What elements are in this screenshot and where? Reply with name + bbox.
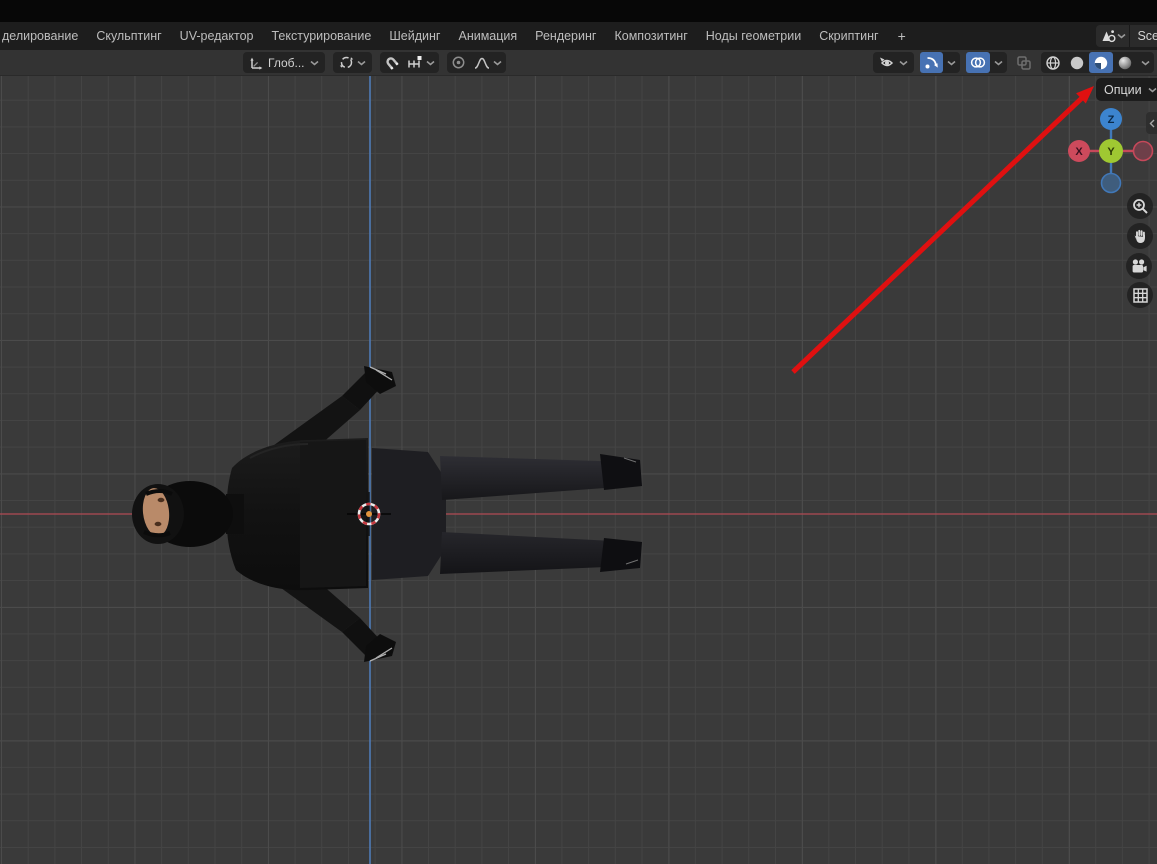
annotation-arrow (793, 86, 1094, 372)
zoom-icon (1132, 198, 1149, 215)
workspace-tab-shading[interactable]: Шейдинг (380, 22, 449, 50)
options-label: Опции (1104, 83, 1142, 97)
camera-view-button[interactable] (1126, 253, 1152, 279)
shading-dropdown[interactable] (1137, 52, 1154, 73)
chevron-down-icon (899, 60, 908, 66)
xray-icon (1016, 55, 1032, 71)
gizmos-dropdown[interactable] (943, 52, 960, 73)
pivot-point-icon (339, 55, 354, 70)
scene-name[interactable]: Sce (1130, 29, 1157, 43)
workspace-tab-uv-editor[interactable]: UV-редактор (171, 22, 263, 50)
chevron-down-icon (493, 60, 502, 66)
transform-orientation-dropdown[interactable]: Глоб... (243, 52, 325, 73)
overlays-controls (966, 52, 1007, 73)
overlays-dropdown[interactable] (990, 52, 1007, 73)
character-model[interactable] (132, 366, 642, 662)
viewport-canvas (0, 50, 1157, 864)
svg-text:X: X (1075, 146, 1083, 158)
viewport-header: Глоб... (0, 50, 1157, 76)
object-visibility-eye-icon (879, 56, 896, 70)
show-overlays-toggle[interactable] (966, 52, 990, 73)
grid-toggle-icon (1132, 287, 1149, 304)
chevron-down-icon (994, 60, 1003, 66)
snap-toggle-button[interactable] (380, 52, 403, 73)
pan-button[interactable] (1127, 223, 1153, 249)
shading-wireframe-icon (1045, 55, 1061, 71)
proportional-falloff-dropdown[interactable] (470, 52, 506, 73)
zoom-button[interactable] (1127, 193, 1153, 219)
cursor-3d (347, 492, 391, 536)
chevron-down-icon (357, 60, 366, 66)
falloff-curve-icon (474, 56, 490, 70)
shading-rendered-icon (1117, 55, 1133, 71)
chevron-down-icon (1141, 60, 1150, 66)
pivot-point-dropdown[interactable] (333, 52, 372, 73)
xray-toggle[interactable] (1013, 52, 1035, 73)
shading-material-button[interactable] (1089, 52, 1113, 73)
shading-material-icon (1093, 55, 1109, 71)
chevron-down-icon (426, 60, 435, 66)
proportional-editing-controls (447, 52, 506, 73)
chevron-down-icon (1117, 33, 1126, 39)
svg-text:Y: Y (1107, 146, 1115, 158)
shading-mode-group (1041, 52, 1154, 73)
workspace-tab-scripting[interactable]: Скриптинг (810, 22, 887, 50)
gizmo-axis-neg-x (1134, 142, 1153, 161)
chevron-down-icon (1148, 87, 1157, 93)
shading-rendered-button[interactable] (1113, 52, 1137, 73)
shading-wireframe-button[interactable] (1041, 52, 1065, 73)
workspace-tab-bar: делирование Скульптинг UV-редактор Текст… (0, 22, 1157, 50)
navigation-gizmo[interactable]: Z X Y (1063, 106, 1157, 196)
workspace-tab-rendering[interactable]: Рендеринг (526, 22, 605, 50)
sidebar-toggle-tab[interactable] (1146, 112, 1157, 134)
transform-orientation-icon (249, 56, 263, 70)
chevron-down-icon (947, 60, 956, 66)
workspace-tab-modeling[interactable]: делирование (0, 22, 87, 50)
grid-toggle-button[interactable] (1127, 282, 1153, 308)
svg-text:Z: Z (1108, 114, 1115, 126)
pan-hand-icon (1132, 228, 1149, 245)
orientation-label: Глоб... (266, 56, 307, 70)
workspace-tab-compositing[interactable]: Композитинг (605, 22, 696, 50)
workspace-tab-animation[interactable]: Анимация (449, 22, 526, 50)
overlays-icon (970, 55, 986, 70)
gizmos-icon (924, 55, 939, 70)
camera-view-icon (1130, 258, 1148, 275)
gizmos-controls (920, 52, 960, 73)
shading-solid-button[interactable] (1065, 52, 1089, 73)
chevron-left-icon (1149, 119, 1155, 128)
workspace-tab-texturing[interactable]: Текстурирование (262, 22, 380, 50)
shading-solid-icon (1069, 55, 1085, 71)
add-workspace-button[interactable]: + (888, 22, 916, 50)
proportional-edit-toggle[interactable] (447, 52, 470, 73)
object-visibility-dropdown[interactable] (873, 52, 914, 73)
workspace-tab-geometry-nodes[interactable]: Ноды геометрии (697, 22, 810, 50)
scene-selector[interactable]: Sce (1096, 25, 1157, 47)
blender-window: делирование Скульптинг UV-редактор Текст… (0, 0, 1157, 864)
chevron-down-icon (310, 60, 319, 66)
show-gizmos-toggle[interactable] (920, 52, 943, 73)
viewport-3d[interactable]: Глоб... (0, 50, 1157, 864)
proportional-editing-icon (451, 55, 466, 70)
scene-icon (1100, 28, 1117, 44)
snap-with-icon (407, 55, 423, 70)
workspace-tab-sculpting[interactable]: Скульптинг (87, 22, 170, 50)
gizmo-axis-neg-z (1102, 174, 1121, 193)
options-dropdown[interactable]: Опции (1096, 78, 1157, 101)
snap-magnet-icon (384, 55, 399, 70)
snap-with-dropdown[interactable] (403, 52, 439, 73)
top-strip (0, 0, 1157, 22)
snapping-controls (380, 52, 439, 73)
